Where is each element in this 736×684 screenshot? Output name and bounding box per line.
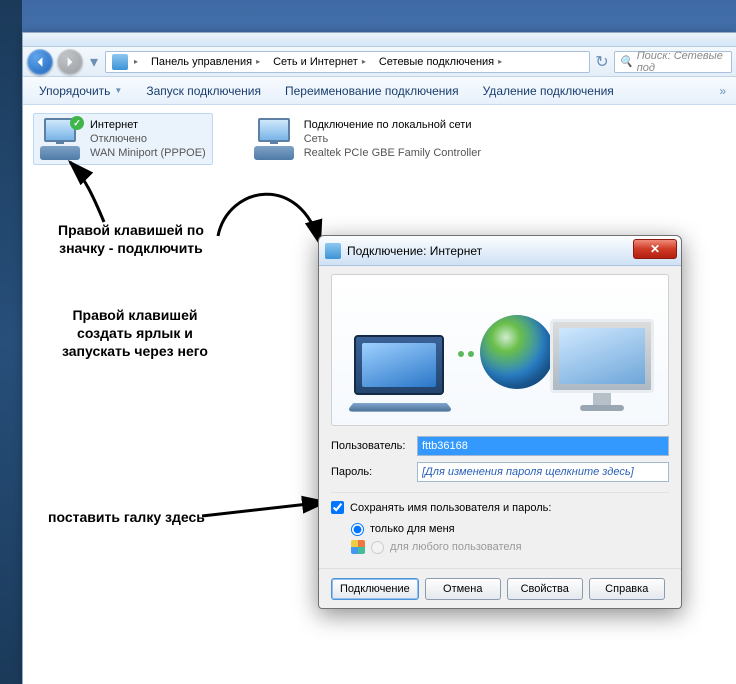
button-label: Отмена xyxy=(443,583,482,595)
checkbox-label: Сохранять имя пользователя и пароль: xyxy=(350,502,551,514)
annotation-text: Правой клавишей создать ярлык и запускат… xyxy=(62,306,208,360)
cancel-button[interactable]: Отмена xyxy=(425,578,501,600)
radio-only-me[interactable]: только для меня xyxy=(351,520,669,538)
breadcrumb-root[interactable]: ▸ xyxy=(106,52,145,72)
toolbar-label: Запуск подключения xyxy=(146,84,261,98)
connect-button[interactable]: Подключение xyxy=(331,578,419,600)
dialog-body: Пользователь: Пароль: Сохранять имя поль… xyxy=(319,266,681,568)
toolbar-label: Удаление подключения xyxy=(483,84,614,98)
breadcrumb-item[interactable]: Сетевые подключения▸ xyxy=(373,52,509,72)
radio-label: только для меня xyxy=(370,523,455,535)
search-placeholder: Поиск: Сетевые под xyxy=(637,50,727,74)
breadcrumb-item[interactable]: Панель управления▸ xyxy=(145,52,267,72)
button-label: Справка xyxy=(605,583,648,595)
search-icon: 🔍 xyxy=(619,55,633,68)
toolbar-overflow[interactable]: » xyxy=(709,84,736,98)
dialog-titlebar[interactable]: Подключение: Интернет ✕ xyxy=(319,236,681,266)
breadcrumb-label: Сетевые подключения xyxy=(379,56,494,68)
help-button[interactable]: Справка xyxy=(589,578,665,600)
laptop-icon xyxy=(354,335,450,407)
breadcrumb-item[interactable]: Сеть и Интернет▸ xyxy=(267,52,373,72)
radio-input[interactable] xyxy=(351,523,364,536)
annotation-arrow-icon xyxy=(100,164,340,256)
radio-input xyxy=(371,541,384,554)
toolbar-start-connection[interactable]: Запуск подключения xyxy=(134,79,273,103)
dialog-button-row: Подключение Отмена Свойства Справка xyxy=(319,568,681,608)
pc-icon xyxy=(550,319,654,411)
breadcrumb-label: Панель управления xyxy=(151,56,252,68)
dialog-illustration xyxy=(331,274,669,426)
connection-device: Realtek PCIe GBE Family Controller xyxy=(304,146,481,160)
radio-label: для любого пользователя xyxy=(390,541,522,553)
password-input[interactable] xyxy=(417,462,669,482)
toolbar: Упорядочить▼ Запуск подключения Переимен… xyxy=(23,77,736,105)
radio-anyone: для любого пользователя xyxy=(351,538,669,556)
refresh-button[interactable]: ↻ xyxy=(594,52,610,72)
nav-history-dropdown[interactable]: ▾ xyxy=(87,49,101,75)
toolbar-label: Упорядочить xyxy=(39,84,110,98)
globe-icon xyxy=(480,315,554,389)
status-ok-badge-icon: ✓ xyxy=(70,116,84,130)
connection-name: Интернет xyxy=(90,118,206,132)
address-row: ▾ ▸ Панель управления▸ Сеть и Интернет▸ … xyxy=(23,47,736,77)
username-input[interactable] xyxy=(417,436,669,456)
dialog-title: Подключение: Интернет xyxy=(347,244,482,258)
connect-dialog: Подключение: Интернет ✕ Пользователь: Па… xyxy=(318,235,682,609)
checkbox-input[interactable] xyxy=(331,501,344,514)
nav-back-button[interactable] xyxy=(27,49,53,75)
breadcrumb-label: Сеть и Интернет xyxy=(273,56,358,68)
toolbar-rename-connection[interactable]: Переименование подключения xyxy=(273,79,471,103)
toolbar-delete-connection[interactable]: Удаление подключения xyxy=(471,79,626,103)
connection-icon: ✓ xyxy=(40,118,82,160)
dialog-app-icon xyxy=(325,243,341,259)
close-icon: ✕ xyxy=(650,242,660,256)
search-input[interactable]: 🔍 Поиск: Сетевые под xyxy=(614,51,732,73)
nav-forward-button[interactable] xyxy=(57,49,83,75)
button-label: Подключение xyxy=(340,583,410,595)
connection-item-lan[interactable]: Подключение по локальной сети Сеть Realt… xyxy=(247,113,488,165)
annotation-arrow-icon xyxy=(60,158,120,238)
breadcrumb-bar[interactable]: ▸ Панель управления▸ Сеть и Интернет▸ Се… xyxy=(105,51,590,73)
close-button[interactable]: ✕ xyxy=(633,239,677,259)
explorer-titlebar xyxy=(23,33,736,47)
annotation-text: поставить галку здесь xyxy=(48,508,205,526)
username-label: Пользователь: xyxy=(331,440,417,452)
desktop-area xyxy=(0,0,22,684)
control-panel-icon xyxy=(112,54,128,70)
connection-status: Отключено xyxy=(90,132,206,146)
connection-status: Сеть xyxy=(304,132,481,146)
password-label: Пароль: xyxy=(331,466,417,478)
connection-icon xyxy=(254,118,296,160)
overflow-chevron-icon: » xyxy=(719,84,726,98)
properties-button[interactable]: Свойства xyxy=(507,578,583,600)
connection-name: Подключение по локальной сети xyxy=(304,118,481,132)
button-label: Свойства xyxy=(521,583,569,595)
toolbar-organize[interactable]: Упорядочить▼ xyxy=(27,79,134,103)
save-credentials-checkbox[interactable]: Сохранять имя пользователя и пароль: xyxy=(331,501,669,514)
toolbar-label: Переименование подключения xyxy=(285,84,459,98)
shield-icon xyxy=(351,540,365,554)
